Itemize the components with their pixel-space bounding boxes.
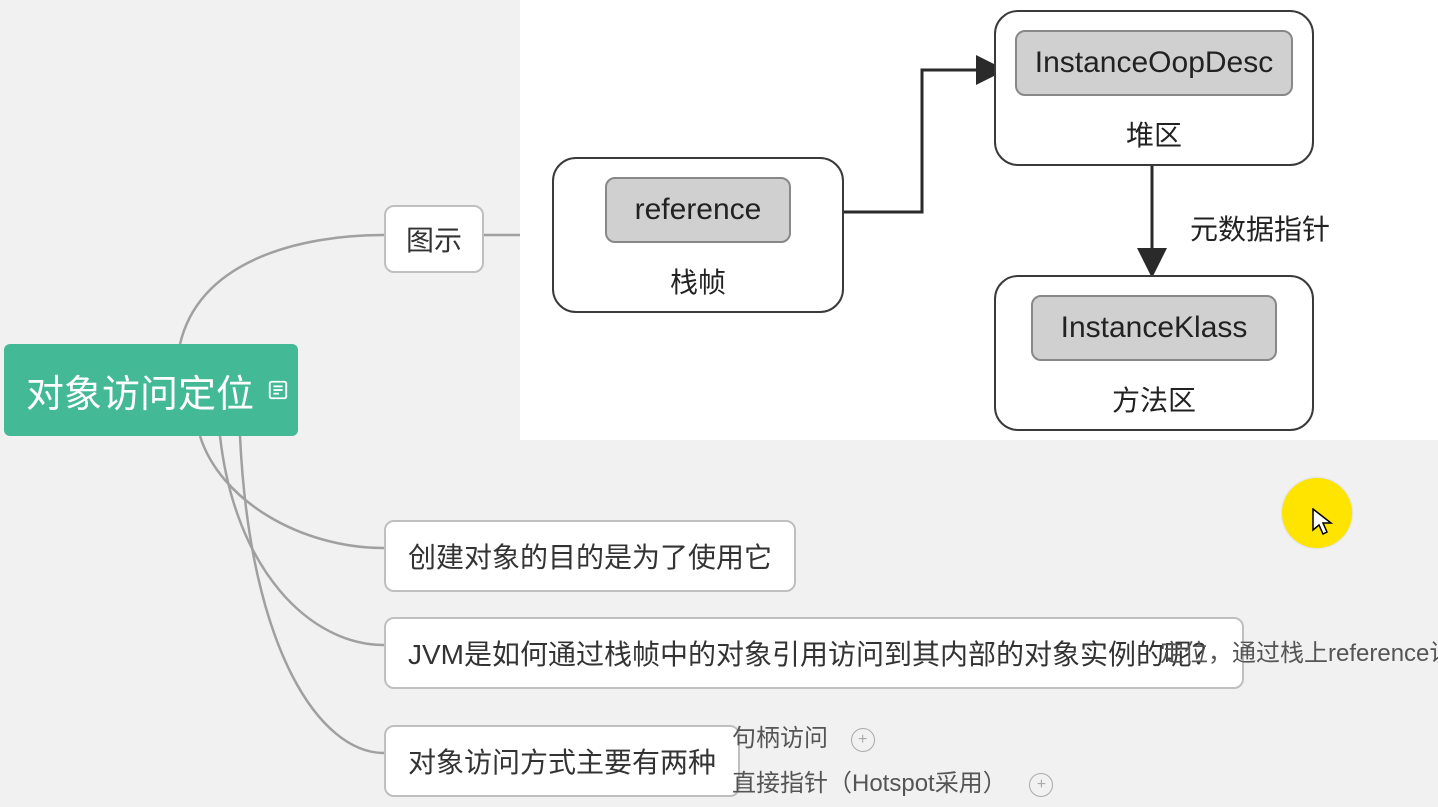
leaf-way-handle[interactable]: 句柄访问 +: [732, 718, 875, 753]
diagram-heap-label: 堆区: [1126, 114, 1182, 154]
root-node[interactable]: 对象访问定位: [4, 344, 298, 436]
leaf-question-note[interactable]: 定位，通过栈上reference访问: [1160, 633, 1438, 668]
diagram-klass-box: InstanceKlass: [1031, 295, 1278, 361]
diagram-methodarea: InstanceKlass 方法区: [994, 275, 1314, 431]
leaf-way-handle-label: 句柄访问: [732, 725, 828, 752]
mindmap-canvas: 对象访问定位 图示 创建对象的目的是为了使用它 JVM是如何通过栈帧中的对象引用…: [0, 0, 1438, 807]
node-illustration-label: 图示: [406, 225, 462, 256]
node-illustration[interactable]: 图示: [384, 205, 484, 273]
note-icon[interactable]: [264, 376, 292, 404]
node-purpose[interactable]: 创建对象的目的是为了使用它: [384, 520, 796, 592]
expand-icon[interactable]: +: [1029, 773, 1053, 797]
expand-icon[interactable]: +: [851, 728, 875, 752]
leaf-way-direct[interactable]: 直接指针（Hotspot采用） +: [732, 763, 1053, 798]
diagram-methodarea-label: 方法区: [1112, 379, 1196, 419]
node-two-ways[interactable]: 对象访问方式主要有两种: [384, 725, 740, 797]
diagram-reference-text: reference: [635, 193, 762, 226]
node-question-label: JVM是如何通过栈帧中的对象引用访问到其内部的对象实例的呢？: [408, 639, 1220, 670]
node-purpose-label: 创建对象的目的是为了使用它: [408, 542, 772, 573]
label-meta-pointer-text: 元数据指针: [1190, 214, 1330, 245]
leaf-way-direct-label: 直接指针（Hotspot采用）: [732, 770, 1007, 797]
diagram-reference-box: reference: [605, 177, 792, 243]
diagram-heap: InstanceOopDesc 堆区: [994, 10, 1314, 166]
diagram-stackframe-label: 栈帧: [670, 261, 726, 301]
label-meta-pointer: 元数据指针: [1190, 208, 1330, 248]
leaf-question-note-label: 定位，通过栈上reference访问: [1160, 640, 1438, 667]
diagram-stackframe: reference 栈帧: [552, 157, 844, 313]
node-question[interactable]: JVM是如何通过栈帧中的对象引用访问到其内部的对象实例的呢？: [384, 617, 1244, 689]
diagram-klass-text: InstanceKlass: [1061, 311, 1248, 344]
diagram-oop-box: InstanceOopDesc: [1015, 30, 1293, 96]
cursor-icon: [1312, 508, 1334, 542]
node-two-ways-label: 对象访问方式主要有两种: [408, 747, 716, 778]
diagram-oop-text: InstanceOopDesc: [1035, 46, 1273, 79]
root-title: 对象访问定位: [26, 363, 254, 418]
